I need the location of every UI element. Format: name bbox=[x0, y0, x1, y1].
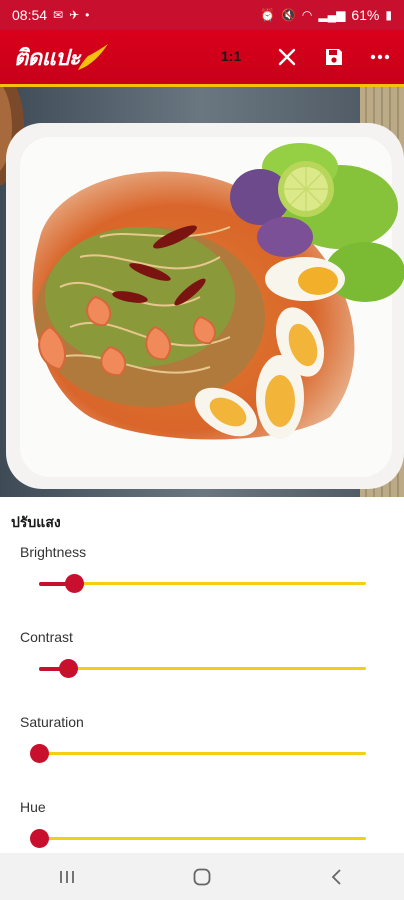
alarm-icon: ⏰ bbox=[260, 8, 275, 22]
logo-text: ติดแปะ bbox=[14, 45, 81, 71]
back-button[interactable] bbox=[307, 857, 367, 897]
contrast-label: Contrast bbox=[20, 629, 73, 645]
brightness-slider-thumb[interactable] bbox=[65, 574, 85, 593]
system-nav-bar bbox=[0, 853, 404, 900]
recents-button[interactable] bbox=[37, 857, 97, 897]
status-time: 08:54 bbox=[12, 7, 48, 23]
status-bar: 08:54 ✉ ✈ • ⏰ 🔇 ◠ ▂▄▆ 61% ▮ bbox=[0, 0, 404, 30]
home-button[interactable] bbox=[172, 857, 232, 897]
brightness-slider-group: Brightness bbox=[0, 544, 404, 629]
contrast-slider-group: Contrast bbox=[0, 629, 404, 714]
wifi-icon: ◠ bbox=[301, 8, 313, 22]
signal-icon: ▂▄▆ bbox=[318, 8, 346, 22]
hue-slider-thumb[interactable] bbox=[29, 829, 49, 848]
saturation-label: Saturation bbox=[20, 714, 84, 730]
dot-icon: • bbox=[85, 8, 90, 22]
more-options-button[interactable] bbox=[364, 41, 396, 73]
notification-icon: ✉ bbox=[53, 8, 64, 22]
more-icon bbox=[370, 54, 390, 60]
logo-swoosh-icon bbox=[78, 44, 109, 70]
back-icon bbox=[331, 868, 341, 885]
contrast-slider[interactable] bbox=[39, 659, 366, 678]
battery-percent: 61% bbox=[351, 7, 380, 23]
mute-icon: 🔇 bbox=[280, 8, 296, 22]
close-button[interactable] bbox=[271, 41, 303, 73]
hue-slider[interactable] bbox=[29, 829, 366, 848]
app-logo: ติดแปะ bbox=[14, 38, 110, 76]
hue-label: Hue bbox=[20, 799, 46, 815]
hue-slider-group: Hue bbox=[0, 799, 404, 853]
saturation-slider[interactable] bbox=[29, 744, 366, 763]
battery-icon: ▮ bbox=[385, 8, 392, 22]
home-icon bbox=[193, 868, 211, 885]
app-bar: ติดแปะ 1:1 bbox=[0, 30, 404, 87]
recents-icon bbox=[60, 870, 75, 883]
close-icon bbox=[278, 48, 296, 66]
panel-title: ปรับแสง bbox=[11, 515, 61, 531]
contrast-slider-thumb[interactable] bbox=[58, 659, 78, 678]
notification-icon: ✈ bbox=[69, 8, 80, 22]
edited-photo[interactable] bbox=[0, 87, 404, 497]
save-button[interactable] bbox=[318, 41, 350, 73]
brightness-label: Brightness bbox=[20, 544, 87, 560]
adjust-light-panel: ปรับแสง Brightness Contrast Saturation H… bbox=[0, 497, 404, 853]
save-icon bbox=[326, 49, 342, 65]
saturation-slider-group: Saturation bbox=[0, 714, 404, 799]
aspect-ratio-button[interactable]: 1:1 bbox=[221, 48, 241, 64]
saturation-slider-thumb[interactable] bbox=[29, 744, 49, 763]
brightness-slider[interactable] bbox=[39, 574, 366, 593]
food-photo-image bbox=[0, 87, 404, 497]
